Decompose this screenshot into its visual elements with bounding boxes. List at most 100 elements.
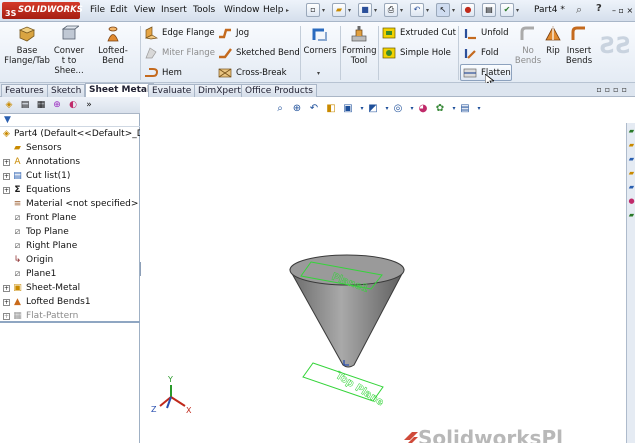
hem-button[interactable]: Hem	[142, 65, 182, 81]
tree-item-sheet-metal[interactable]: + ▣ Sheet-Metal	[0, 282, 140, 295]
new-document-icon[interactable]: ▫	[306, 3, 320, 17]
tree-item-flat-pattern[interactable]: + ▦ Flat-Pattern	[0, 310, 140, 323]
feature-manager-tab-icon[interactable]: ◈	[2, 99, 16, 112]
solidworks-logo[interactable]: 3S SOLIDWORKS	[2, 2, 83, 19]
tree-item-cut-list[interactable]: + ▤ Cut list(1)	[0, 170, 140, 183]
base-flange-label: Base Flange/Tab	[4, 46, 50, 66]
new-dropdown-icon[interactable]: ▾	[322, 7, 325, 14]
tab-office-products[interactable]: Office Products	[241, 84, 317, 97]
tab-dimxpert[interactable]: DimXpert	[194, 84, 245, 97]
tree-item-lofted-bends[interactable]: + ▲ Lofted Bends1	[0, 296, 140, 309]
undo-dropdown-icon[interactable]: ▾	[426, 7, 429, 14]
menu-file[interactable]: File	[90, 5, 105, 15]
cross-break-button[interactable]: Cross-Break	[216, 65, 287, 81]
filter-icon[interactable]: ▼	[4, 115, 11, 125]
tree-item-origin[interactable]: ↳ Origin	[0, 254, 140, 267]
title-bar: 3S SOLIDWORKS File Edit View Insert Tool…	[0, 0, 635, 22]
convert-to-sheet-metal-button[interactable]: Conver t to Shee...	[52, 24, 86, 76]
corners-button[interactable]: Corners	[302, 24, 338, 56]
save-icon[interactable]: ■	[358, 3, 372, 17]
command-manager: Base Flange/Tab Conver t to Shee... Loft…	[0, 22, 635, 83]
unfold-button[interactable]: Unfold	[461, 25, 509, 41]
expand-toggle-icon[interactable]: +	[3, 313, 10, 320]
corners-dropdown-icon[interactable]: ▾	[317, 70, 320, 77]
select-dropdown-icon[interactable]: ▾	[452, 7, 455, 14]
lofted-bend-button[interactable]: Lofted-Bend	[88, 24, 138, 66]
help-icon[interactable]: ?	[596, 3, 609, 18]
design-library-icon[interactable]: ▰	[627, 140, 635, 150]
custom-properties-icon[interactable]: ▰	[627, 210, 635, 220]
more-tabs-icon[interactable]: »	[82, 99, 96, 112]
expand-toggle-icon[interactable]: +	[3, 299, 10, 306]
tree-item-front-plane[interactable]: ⧄ Front Plane	[0, 212, 140, 225]
simple-hole-button[interactable]: Simple Hole	[380, 45, 451, 61]
graphics-window-controls[interactable]: ▫▫▫▫	[596, 85, 630, 94]
expand-toggle-icon[interactable]: +	[3, 173, 10, 180]
menu-pin-icon[interactable]: ▸	[286, 7, 289, 14]
expand-toggle-icon[interactable]: +	[3, 159, 10, 166]
select-pointer-icon[interactable]: ↖	[436, 3, 450, 17]
search-icon[interactable]: ⌕	[576, 3, 591, 18]
extruded-cut-icon	[382, 27, 396, 39]
undo-icon[interactable]: ↶	[410, 3, 424, 17]
miter-flange-button[interactable]: Miter Flange	[142, 45, 215, 61]
hem-icon	[145, 68, 158, 77]
tree-item-equations[interactable]: + Σ Equations	[0, 184, 140, 197]
view-palette-icon[interactable]: ▰	[627, 182, 635, 192]
ds-watermark-icon: ƧƧ	[600, 34, 632, 59]
tree-item-sensors[interactable]: ▰ Sensors	[0, 142, 140, 155]
triad-y-label: Y	[167, 375, 173, 384]
window-controls[interactable]: – ▫ ×	[612, 6, 633, 15]
property-manager-tab-icon[interactable]: ▤	[18, 99, 32, 112]
rip-button[interactable]: Rip	[543, 24, 563, 56]
menu-help[interactable]: Help	[263, 5, 284, 15]
open-dropdown-icon[interactable]: ▾	[348, 7, 351, 14]
appearances-icon[interactable]: ●	[627, 196, 635, 206]
dimxpert-manager-tab-icon[interactable]: ⊕	[50, 99, 64, 112]
configuration-manager-tab-icon[interactable]: ▦	[34, 99, 48, 112]
tree-root-part[interactable]: ◈ Part4 (Default<<Default>_Di	[0, 128, 140, 141]
plane-icon: ⧄	[14, 227, 21, 237]
edge-flange-button[interactable]: Edge Flange	[142, 25, 215, 41]
open-folder-icon[interactable]: ▰	[332, 3, 346, 17]
tree-item-plane1[interactable]: ⧄ Plane1	[0, 268, 140, 281]
tab-sheet-metal[interactable]: Sheet Metal	[85, 83, 155, 98]
menu-edit[interactable]: Edit	[110, 5, 127, 15]
menu-tools[interactable]: Tools	[193, 5, 215, 15]
solidworks-resources-icon[interactable]: ▰	[627, 126, 635, 136]
rebuild-icon[interactable]: ●	[461, 3, 475, 17]
save-dropdown-icon[interactable]: ▾	[374, 7, 377, 14]
options-dropdown-icon[interactable]: ▾	[516, 7, 519, 14]
menu-insert[interactable]: Insert	[161, 5, 187, 15]
jog-button[interactable]: Jog	[216, 25, 249, 41]
tree-item-material[interactable]: ≡ Material <not specified>	[0, 198, 140, 211]
base-flange-button[interactable]: Base Flange/Tab	[4, 24, 50, 66]
tree-filter-bar[interactable]: ▼	[0, 114, 140, 127]
menu-window[interactable]: Window	[224, 5, 260, 15]
fold-button[interactable]: Fold	[461, 45, 499, 61]
no-bends-button[interactable]: No Bends	[514, 24, 542, 66]
print-icon[interactable]: ⎙	[384, 3, 398, 17]
graphics-area[interactable]: ⌕ ⊕ ↶ ◧ ▣ ▾ ◩ ▾ ◎ ▾ ◕ ✿ ▾ ▤ ▾ Plane1 Top…	[141, 97, 626, 443]
tab-features[interactable]: Features	[1, 84, 48, 97]
file-properties-icon[interactable]: ▤	[482, 3, 496, 17]
display-manager-tab-icon[interactable]: ◐	[66, 99, 80, 112]
search-results-icon[interactable]: ▰	[627, 168, 635, 178]
menu-view[interactable]: View	[134, 5, 155, 15]
no-bends-icon	[520, 26, 534, 40]
model-viewport[interactable]: Plane1 Top Plane Y Z X	[141, 97, 626, 443]
expand-toggle-icon[interactable]: +	[3, 285, 10, 292]
tree-item-right-plane[interactable]: ⧄ Right Plane	[0, 240, 140, 253]
tab-sketch[interactable]: Sketch	[47, 84, 86, 97]
options-icon[interactable]: ✔	[500, 3, 514, 17]
expand-toggle-icon[interactable]: +	[3, 187, 10, 194]
print-dropdown-icon[interactable]: ▾	[400, 7, 403, 14]
extruded-cut-button[interactable]: Extruded Cut	[380, 25, 456, 41]
tree-item-top-plane[interactable]: ⧄ Top Plane	[0, 226, 140, 239]
insert-bends-button[interactable]: Insert Bends	[564, 24, 594, 66]
forming-tool-button[interactable]: Forming Tool	[342, 24, 377, 66]
tree-item-annotations[interactable]: + A Annotations	[0, 156, 140, 169]
tab-evaluate[interactable]: Evaluate	[148, 84, 196, 97]
sketched-bend-button[interactable]: Sketched Bend	[216, 45, 300, 61]
file-explorer-icon[interactable]: ▰	[627, 154, 635, 164]
